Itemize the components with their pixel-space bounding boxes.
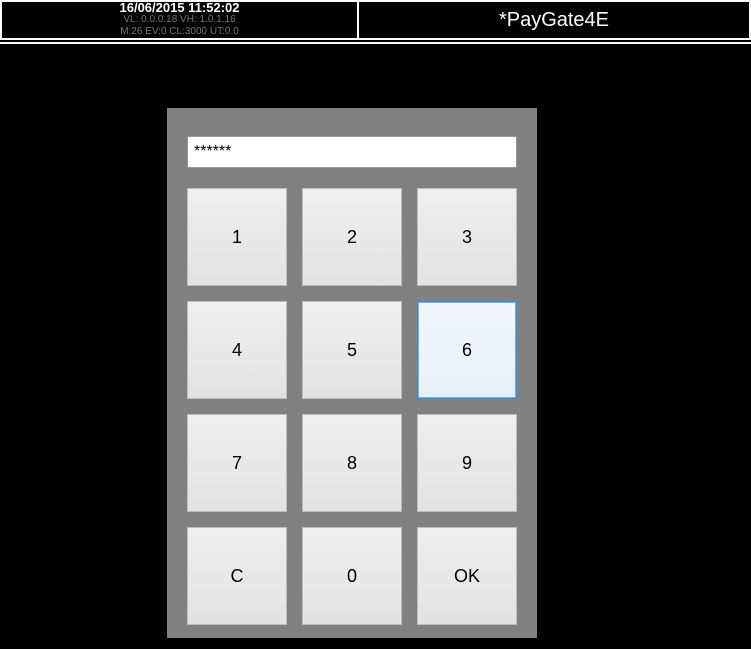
pin-display: ****** (187, 136, 517, 168)
header-separator (0, 42, 751, 46)
key-0[interactable]: 0 (302, 527, 402, 625)
stage: ****** 123 456 789 C0OK (0, 48, 751, 649)
key-9[interactable]: 9 (417, 414, 517, 512)
key-clear[interactable]: C (187, 527, 287, 625)
header-versions: VL: 0.0.0.18 VH: 1.0.1.16 (123, 14, 235, 26)
page-title: *PayGate4E (359, 2, 749, 38)
key-8[interactable]: 8 (302, 414, 402, 512)
key-7[interactable]: 7 (187, 414, 287, 512)
header-datetime: 16/06/2015 11:52:02 (120, 2, 240, 14)
key-5[interactable]: 5 (302, 301, 402, 399)
key-2[interactable]: 2 (302, 188, 402, 286)
key-4[interactable]: 4 (187, 301, 287, 399)
header-status: 16/06/2015 11:52:02 VL: 0.0.0.18 VH: 1.0… (2, 2, 359, 38)
key-6[interactable]: 6 (417, 301, 517, 399)
keypad-panel: ****** 123 456 789 C0OK (167, 108, 537, 638)
keypad-grid: 123 456 789 C0OK (187, 188, 517, 625)
key-1[interactable]: 1 (187, 188, 287, 286)
key-ok[interactable]: OK (417, 527, 517, 625)
header-metrics: M:26 EV:0 CL:3000 UT:0.0 (120, 26, 239, 38)
key-3[interactable]: 3 (417, 188, 517, 286)
header-bar: 16/06/2015 11:52:02 VL: 0.0.0.18 VH: 1.0… (0, 0, 751, 40)
